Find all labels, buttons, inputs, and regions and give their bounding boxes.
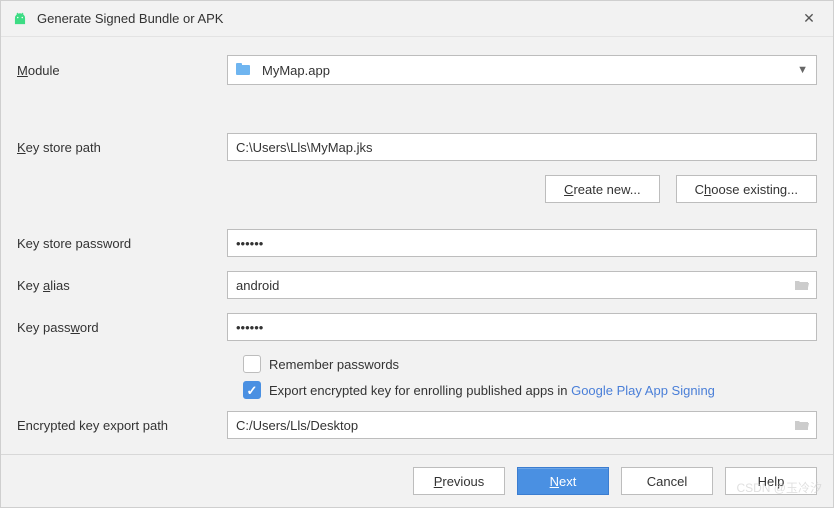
close-icon[interactable]: ✕ xyxy=(795,5,823,33)
choose-existing-button[interactable]: Choose existing... xyxy=(676,175,817,203)
key-alias-input[interactable] xyxy=(227,271,817,299)
folder-open-icon[interactable] xyxy=(793,278,811,292)
module-icon xyxy=(236,63,254,77)
key-store-path-label: Key store path xyxy=(17,140,227,155)
google-play-signing-link[interactable]: Google Play App Signing xyxy=(571,383,715,398)
export-encrypted-label: Export encrypted key for enrolling publi… xyxy=(269,383,715,398)
module-dropdown[interactable]: MyMap.app ▼ xyxy=(227,55,817,85)
folder-open-icon[interactable] xyxy=(793,418,811,432)
cancel-button[interactable]: Cancel xyxy=(621,467,713,495)
window-title: Generate Signed Bundle or APK xyxy=(37,11,795,26)
encrypted-export-path-label: Encrypted key export path xyxy=(17,418,227,433)
export-encrypted-checkbox[interactable] xyxy=(243,381,261,399)
remember-passwords-checkbox[interactable] xyxy=(243,355,261,373)
chevron-down-icon: ▼ xyxy=(797,64,808,76)
previous-button[interactable]: Previous xyxy=(413,467,505,495)
module-label: Module xyxy=(17,63,227,78)
key-password-label: Key password xyxy=(17,320,227,335)
create-new-button[interactable]: Create new... xyxy=(545,175,660,203)
remember-passwords-label: Remember passwords xyxy=(269,357,399,372)
key-password-input[interactable] xyxy=(227,313,817,341)
android-icon xyxy=(11,10,29,28)
module-value: MyMap.app xyxy=(262,63,797,78)
key-store-password-label: Key store password xyxy=(17,236,227,251)
encrypted-export-path-input[interactable] xyxy=(227,411,817,439)
next-button[interactable]: Next xyxy=(517,467,609,495)
help-button[interactable]: Help xyxy=(725,467,817,495)
key-store-password-input[interactable] xyxy=(227,229,817,257)
key-store-path-input[interactable] xyxy=(227,133,817,161)
key-alias-label: Key alias xyxy=(17,278,227,293)
